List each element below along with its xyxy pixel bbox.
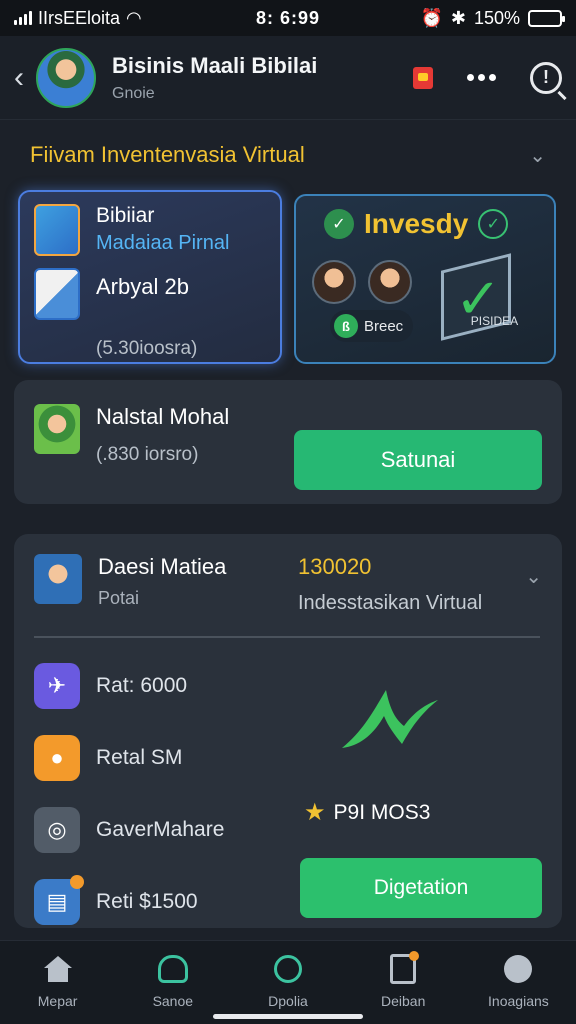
chat-icon: ◎	[34, 807, 80, 853]
chat-bubble-icon: ✓	[324, 209, 354, 239]
nav-label: Sanoe	[152, 993, 194, 1009]
section-title: Fiivam Inventenvasia Virtual	[30, 142, 305, 167]
rating-row: ★ P9I MOS3	[304, 798, 430, 827]
page-title: Bisinis Maali Bibilai	[112, 52, 318, 78]
profile-icon	[504, 955, 533, 983]
star-icon: ★	[304, 799, 326, 826]
home-icon	[43, 956, 73, 982]
details-value: 130020	[298, 554, 372, 579]
investor-avatar	[34, 404, 80, 454]
more-icon[interactable]	[467, 74, 496, 81]
status-time: 8: 6:99	[255, 7, 321, 28]
asset-name: Arbyal 2b	[96, 274, 189, 299]
status-bar: IIrsEEloita ◠ 8: 6:99 ⏰ ✱ 150%	[0, 0, 576, 36]
list-item-label: Retal SM	[96, 746, 183, 769]
back-arrow-icon[interactable]: ‹	[14, 61, 34, 95]
plane-icon: ✈	[34, 663, 80, 709]
rating-label: P9I MOS3	[333, 800, 431, 824]
secondary-action-button[interactable]: Digetation	[300, 858, 542, 918]
carrier-label: IIrsEEloita	[38, 7, 121, 28]
check-circle-icon: ✓	[478, 209, 509, 239]
section-header[interactable]: Fiivam Inventenvasia Virtual ⌄	[0, 130, 576, 180]
portfolio-card[interactable]: Bibiiar Madaiaa Pirnal Arbyal 2b (5.30io…	[18, 190, 282, 364]
list-item-label: Rat: 6000	[96, 674, 188, 697]
bottom-nav: Mepar Sanoe Dpolia Deiban Inoagians	[0, 940, 576, 1024]
chevron-down-icon[interactable]: ⌄	[529, 143, 546, 168]
document-icon	[390, 951, 420, 984]
details-avatar	[34, 554, 82, 604]
person-avatar	[368, 260, 412, 304]
growth-arrow-icon	[342, 690, 438, 748]
shield-check-icon: ✓ PISIDEA	[433, 253, 538, 344]
app-header: ‹ Bisinis Maali Bibilai Gnoie !	[0, 36, 576, 120]
portfolio-title: Bibiiar	[96, 204, 155, 227]
promo-brand: Invesdy	[364, 208, 469, 239]
nav-label: Dpolia	[268, 993, 308, 1009]
wifi-icon: ◠	[126, 7, 142, 28]
promo-pill[interactable]: ß Breec	[330, 310, 414, 342]
nav-label: Inoagians	[488, 993, 549, 1009]
page-subtitle: Gnoie	[112, 84, 155, 102]
battery-icon	[528, 9, 565, 27]
avatar[interactable]	[36, 47, 96, 108]
pill-icon: ß	[334, 314, 358, 338]
details-card: Daesi Matiea Potai 130020 Indesstasikan …	[14, 534, 562, 928]
chevron-down-icon[interactable]: ⌄	[525, 564, 542, 589]
list-item-label: GaverMahare	[96, 818, 225, 841]
card-icon: ▤	[34, 875, 84, 925]
invest-promo-card[interactable]: ✓ Invesdy ✓ ß Breec ✓ PISIDEA	[294, 194, 556, 364]
list-item[interactable]: ✈ Rat: 6000	[34, 650, 294, 722]
nav-label: Deiban	[381, 993, 426, 1009]
nav-item-documents[interactable]: Deiban	[346, 951, 461, 1024]
signal-icon	[14, 11, 32, 25]
bluetooth-icon: ✱	[450, 7, 466, 28]
search-icon[interactable]: !	[530, 61, 562, 94]
asset-price: (5.30ioosra)	[96, 338, 198, 359]
investor-card: Nalstal Mohal (.830 iorsro) Satunai	[14, 380, 562, 504]
investor-amount: (.830 iorsro)	[96, 444, 199, 465]
pill-label: Breec	[364, 317, 404, 335]
details-label: Indesstasikan Virtual	[298, 592, 483, 614]
location-pin-icon: ●	[34, 735, 80, 781]
nav-item-people[interactable]: Sanoe	[115, 953, 230, 1024]
divider	[34, 636, 540, 638]
details-subtitle: Potai	[98, 588, 140, 608]
search-icon	[274, 955, 302, 983]
asset-thumbnail	[34, 268, 80, 320]
portfolio-thumbnail	[34, 204, 80, 256]
home-indicator[interactable]	[213, 1014, 363, 1019]
list-item[interactable]: ◎ GaverMahare	[34, 794, 294, 866]
portfolio-subtitle: Madaiaa Pirnal	[96, 232, 230, 254]
primary-action-button[interactable]: Satunai	[294, 430, 542, 490]
people-icon	[157, 955, 188, 983]
investor-name: Nalstal Mohal	[96, 404, 230, 429]
list-item-label: Reti $1500	[96, 890, 198, 913]
details-title: Daesi Matiea	[98, 554, 227, 579]
person-avatar	[312, 260, 356, 304]
list-item[interactable]: ▤ Reti $1500	[34, 866, 294, 938]
shield-label: PISIDEA	[470, 314, 519, 328]
nav-label: Mepar	[37, 993, 78, 1009]
alarm-icon: ⏰	[420, 7, 443, 28]
list-item[interactable]: ● Retal SM	[34, 722, 294, 794]
battery-percent: 150%	[473, 7, 520, 28]
nav-item-profile[interactable]: Inoagians	[461, 953, 576, 1024]
nav-item-home[interactable]: Mepar	[0, 953, 115, 1024]
gift-icon[interactable]	[413, 66, 433, 89]
